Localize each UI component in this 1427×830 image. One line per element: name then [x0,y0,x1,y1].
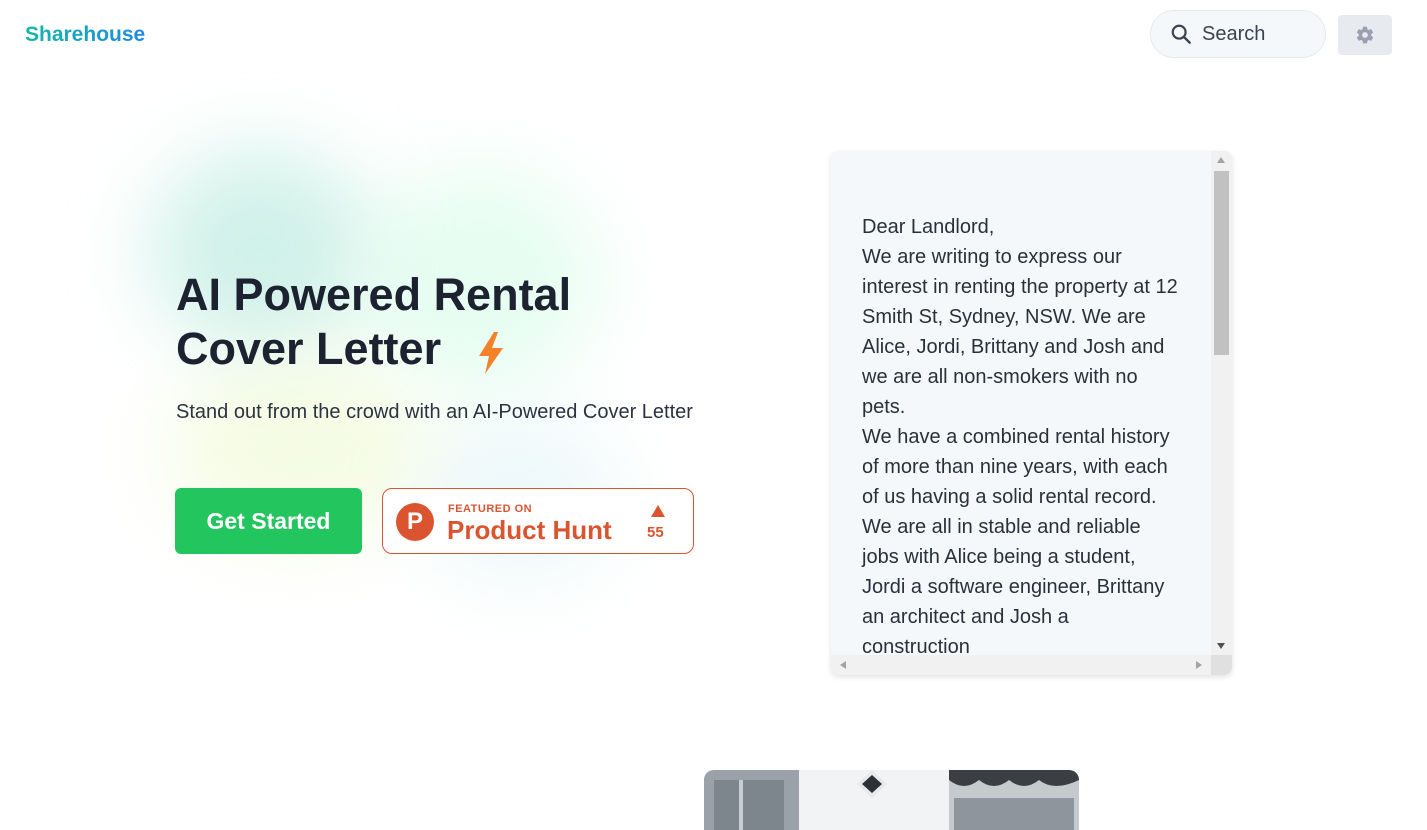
product-hunt-badge[interactable]: P FEATURED ON Product Hunt 55 [382,488,694,554]
featured-on-label: FEATURED ON [448,503,533,515]
gear-icon [1356,26,1374,44]
lightning-bolt-icon [479,332,503,374]
scroll-left-arrow-icon[interactable] [840,661,846,669]
get-started-button[interactable]: Get Started [175,488,362,554]
settings-button[interactable] [1338,15,1392,55]
scroll-up-arrow-icon[interactable] [1217,157,1225,163]
upvote-count: 55 [647,524,664,541]
vertical-scroll-thumb[interactable] [1214,171,1229,355]
product-hunt-logo-icon: P [396,503,434,541]
house-photo [704,770,1079,830]
top-navbar: Sharehouse Search [0,0,1427,70]
cover-letter-text: Dear Landlord, We are writing to express… [862,216,1178,658]
product-hunt-name: Product Hunt [447,515,612,545]
title-line-2: Cover Letter [176,323,442,374]
vertical-scrollbar[interactable] [1211,151,1232,655]
site-logo[interactable]: Sharehouse [25,23,145,47]
title-line-1: AI Powered Rental [176,269,572,320]
page-title: AI Powered Rental Cover Letter [176,268,696,376]
search-label: Search [1202,22,1266,45]
scrollbar-corner [1211,655,1232,675]
house-photo-illustration [704,770,1079,830]
upvote-arrow-icon [651,505,665,517]
search-button[interactable]: Search [1150,10,1326,58]
cover-letter-preview[interactable]: Dear Landlord, We are writing to express… [831,151,1232,675]
scroll-right-arrow-icon[interactable] [1196,661,1202,669]
hero-subtitle: Stand out from the crowd with an AI-Powe… [176,401,693,423]
search-icon [1171,24,1191,44]
scroll-down-arrow-icon[interactable] [1217,643,1225,649]
horizontal-scrollbar[interactable] [831,655,1211,675]
